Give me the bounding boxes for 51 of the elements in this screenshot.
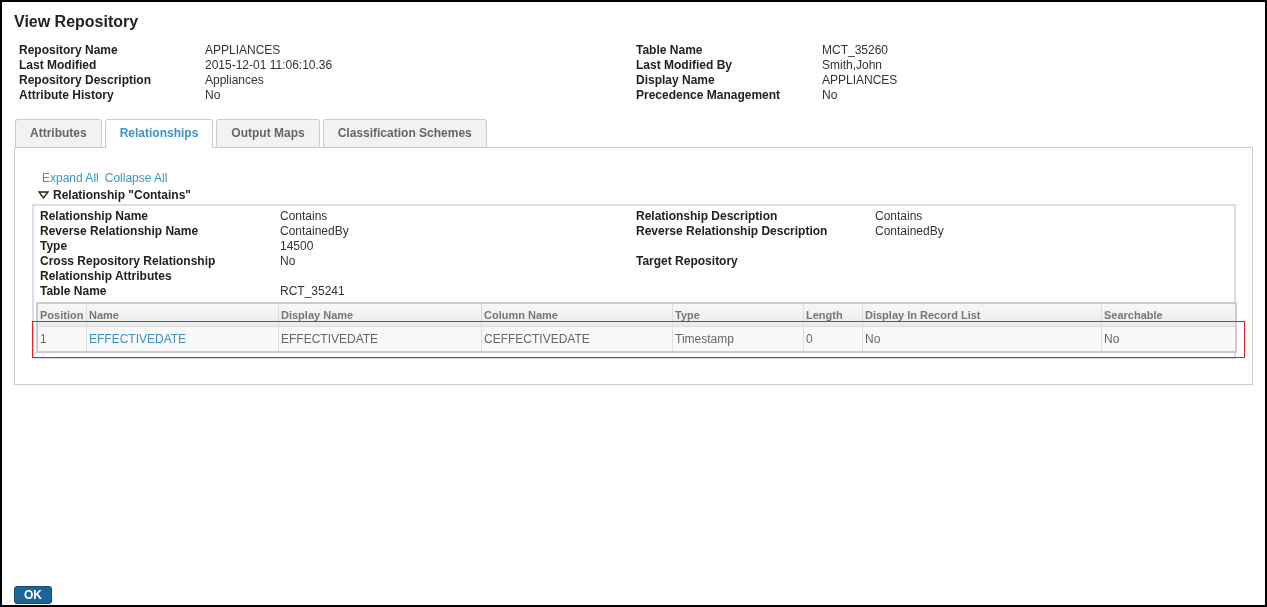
table-cell: No [862, 327, 1101, 351]
field-value: No [205, 88, 221, 103]
field-label: Reverse Relationship Description [636, 224, 829, 239]
field-value: RCT_35241 [280, 284, 345, 299]
tab[interactable]: Attributes [15, 119, 102, 147]
link[interactable]: Expand All [42, 171, 99, 185]
field-value: Appliances [205, 73, 264, 88]
expand-toggle-icon[interactable] [38, 191, 49, 199]
field-label: Relationship Description [636, 209, 779, 224]
field-value: 14500 [280, 239, 314, 254]
field-label: Repository Name [19, 43, 119, 58]
field-value: Contains [280, 209, 328, 224]
field-label: Last Modified By [636, 58, 733, 73]
field-label: Relationship Attributes [40, 269, 173, 284]
field-value: ContainedBy [875, 224, 944, 239]
field-value: MCT_35260 [822, 43, 889, 58]
field-value: 2015-12-01 11:06:10.36 [205, 58, 333, 73]
link[interactable]: Collapse All [104, 171, 168, 185]
field-value: Contains [875, 209, 923, 224]
field-label: Table Name [636, 43, 704, 58]
field-label: Cross Repository Relationship [40, 254, 217, 269]
field-label: Target Repository [636, 254, 739, 269]
column-header: Position [39, 308, 85, 323]
table-cell: 0 [803, 327, 862, 351]
field-label: Precedence Management [636, 88, 782, 103]
field-label: Repository Description [19, 73, 153, 88]
field-value: Smith,John [822, 58, 883, 73]
table-cell-text: 1 [39, 331, 48, 348]
section-title: Relationship "Contains" [53, 188, 192, 202]
tab[interactable]: Relationships [104, 119, 214, 148]
field-label: Last Modified [19, 58, 98, 73]
table-cell: CEFFECTIVEDATE [481, 327, 672, 351]
field-label: Display Name [636, 73, 716, 88]
table-cell: No [1101, 327, 1235, 351]
ok-button[interactable]: OK [14, 586, 52, 604]
tab[interactable]: Output Maps [216, 119, 320, 147]
name-link[interactable]: EFFECTIVEDATE [86, 327, 278, 351]
field-label: Table Name [40, 284, 108, 299]
window-title: View Repository [14, 13, 139, 31]
field-label: Attribute History [19, 88, 115, 103]
field-value: ContainedBy [280, 224, 349, 239]
field-label: Relationship Name [40, 209, 150, 224]
field-value: APPLIANCES [822, 73, 898, 88]
field-value: No [822, 88, 838, 103]
field-label: Reverse Relationship Name [40, 224, 200, 239]
table-cell: Timestamp [672, 327, 803, 351]
field-value: APPLIANCES [205, 43, 281, 58]
field-value: No [280, 254, 296, 269]
field-label: Type [40, 239, 69, 254]
tab[interactable]: Classification Schemes [322, 119, 487, 147]
table-cell: EFFECTIVEDATE [278, 327, 481, 351]
